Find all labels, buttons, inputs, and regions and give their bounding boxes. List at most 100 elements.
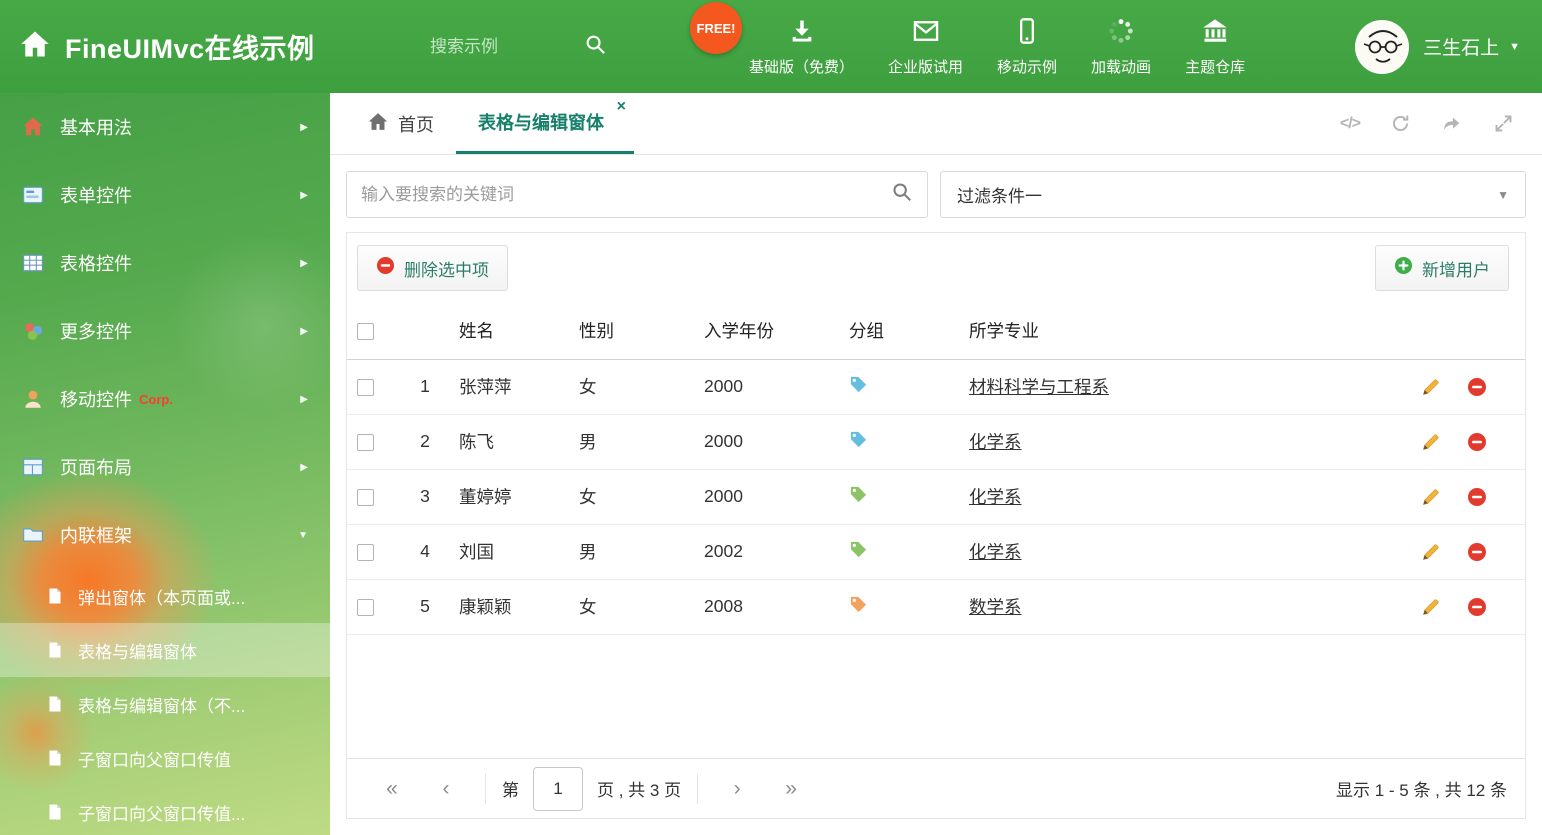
major-link[interactable]: 化学系 [969,432,1022,452]
chevron-right-icon: ▶ [300,393,308,405]
page-number-input[interactable] [533,766,583,811]
prev-page-button[interactable]: ‹ [419,777,473,801]
nav-item-enterprise-trial[interactable]: 企业版试用 [871,17,980,77]
major-link[interactable]: 数学系 [969,597,1022,617]
page-suffix-label: 页 , 共 3 页 [597,781,682,800]
sidebar-item-more-controls[interactable]: 更多控件 ▶ [0,297,330,365]
last-page-button[interactable]: » [764,777,818,801]
keyword-search-input[interactable] [361,184,891,205]
file-icon [46,695,64,713]
delete-selected-button[interactable]: 删除选中项 [357,245,508,291]
row-checkbox[interactable] [357,378,374,396]
sidebar-item-mobile-controls[interactable]: 移动控件 Corp. ▶ [0,365,330,433]
header-search-input[interactable] [430,36,570,57]
avatar [1355,19,1410,74]
column-header-name: 姓名 [449,303,569,360]
delete-icon[interactable] [1467,597,1487,617]
keyword-search-box [346,171,928,218]
source-code-icon[interactable]: </> [1340,115,1361,133]
nav-item-label: 移动示例 [997,58,1058,76]
cell-name: 张萍萍 [449,359,569,415]
sidebar-subitem-child-to-parent-2[interactable]: 子窗口向父窗口传值... [0,785,330,835]
delete-selected-label: 删除选中项 [404,260,489,280]
tag-icon [850,596,867,612]
mobile-icon [1013,17,1041,49]
major-link[interactable]: 化学系 [969,542,1022,562]
cell-name: 刘国 [449,524,569,580]
edit-icon[interactable] [1421,487,1441,507]
filter-dropdown[interactable]: 过滤条件一 ▼ [940,171,1526,218]
cell-year: 2000 [694,359,839,415]
sidebar-subitem-label: 弹出窗体（本页面或... [78,588,246,608]
delete-icon[interactable] [1467,487,1487,507]
nav-item-loading-animation[interactable]: 加载动画 [1074,17,1168,77]
tag-icon [850,541,867,557]
bank-icon [1201,17,1229,49]
delete-icon[interactable] [1467,542,1487,562]
nav-item-label: 基础版（免费） [749,58,855,76]
search-icon[interactable] [584,33,607,61]
cell-gender: 女 [569,579,694,635]
edit-icon[interactable] [1421,377,1441,397]
major-link[interactable]: 材料科学与工程系 [969,377,1109,397]
add-user-button[interactable]: 新增用户 [1375,245,1509,291]
column-header-year: 入学年份 [694,303,839,360]
users-table: 姓名 性别 入学年份 分组 所学专业 1 张萍萍 女 2000 材料科学与工程系… [347,303,1525,635]
sidebar-item-page-layout[interactable]: 页面布局 ▶ [0,433,330,501]
next-page-button[interactable]: › [710,777,764,801]
edit-icon[interactable] [1421,597,1441,617]
cell-year: 2008 [694,579,839,635]
sidebar-subitem-child-to-parent[interactable]: 子窗口向父窗口传值 [0,731,330,785]
chevron-right-icon: ▶ [300,121,308,133]
app-logo[interactable]: FineUIMvc在线示例 [20,0,315,93]
nav-item-label: 加载动画 [1091,58,1152,76]
nav-item-label: 企业版试用 [888,58,964,76]
major-link[interactable]: 化学系 [969,487,1022,507]
first-page-button[interactable]: « [365,777,419,801]
sidebar-subitem-grid-edit-window-2[interactable]: 表格与编辑窗体（不... [0,677,330,731]
sidebar-item-iframe[interactable]: 内联框架 ▼ [0,501,330,569]
chevron-down-icon: ▼ [298,529,308,541]
sidebar-item-grid-controls[interactable]: 表格控件 ▶ [0,229,330,297]
cell-group [839,469,959,525]
close-icon[interactable]: × [617,98,626,116]
row-checkbox[interactable] [357,543,374,561]
edit-icon[interactable] [1421,432,1441,452]
mail-icon [912,17,940,49]
sidebar-item-basic-usage[interactable]: 基本用法 ▶ [0,93,330,161]
cell-group [839,414,959,470]
edit-icon[interactable] [1421,542,1441,562]
search-icon[interactable] [891,181,913,208]
username: 三生石上 [1423,38,1500,59]
row-checkbox[interactable] [357,433,374,451]
tab-grid-edit-window[interactable]: 表格与编辑窗体 × [456,93,634,154]
sidebar-subitem-popup-window[interactable]: 弹出窗体（本页面或... [0,569,330,623]
nav-item-theme-repo[interactable]: 主题仓库 [1168,17,1262,77]
filter-dropdown-value: 过滤条件一 [957,187,1042,206]
select-all-checkbox[interactable] [357,323,374,341]
row-checkbox[interactable] [357,488,374,506]
fullscreen-icon[interactable] [1493,113,1514,134]
header-user[interactable]: 三生石上 ▼ [1355,0,1520,93]
row-index: 3 [401,469,449,525]
nav-item-mobile-demo[interactable]: 移动示例 [980,17,1074,77]
page-prefix-label: 第 [502,781,519,800]
home-icon [368,112,388,136]
sidebar-item-label: 移动控件 [60,390,132,410]
chevron-right-icon: ▶ [300,325,308,337]
nav-item-basic-free[interactable]: 基础版（免费） [732,17,871,77]
delete-icon[interactable] [1467,432,1487,452]
row-checkbox[interactable] [357,598,374,616]
delete-icon[interactable] [1467,377,1487,397]
tag-icon [850,431,867,447]
sidebar-subitem-grid-edit-window[interactable]: 表格与编辑窗体 [0,623,330,677]
sidebar-item-label: 表单控件 [60,186,132,206]
column-header-gender: 性别 [569,303,694,360]
tab-home[interactable]: 首页 [346,93,456,154]
refresh-icon[interactable] [1390,113,1411,134]
cell-gender: 男 [569,414,694,470]
sidebar-item-form-controls[interactable]: 表单控件 ▶ [0,161,330,229]
table-row: 1 张萍萍 女 2000 材料科学与工程系 [347,359,1525,415]
layout-icon [22,456,44,478]
open-new-window-icon[interactable] [1441,113,1463,135]
